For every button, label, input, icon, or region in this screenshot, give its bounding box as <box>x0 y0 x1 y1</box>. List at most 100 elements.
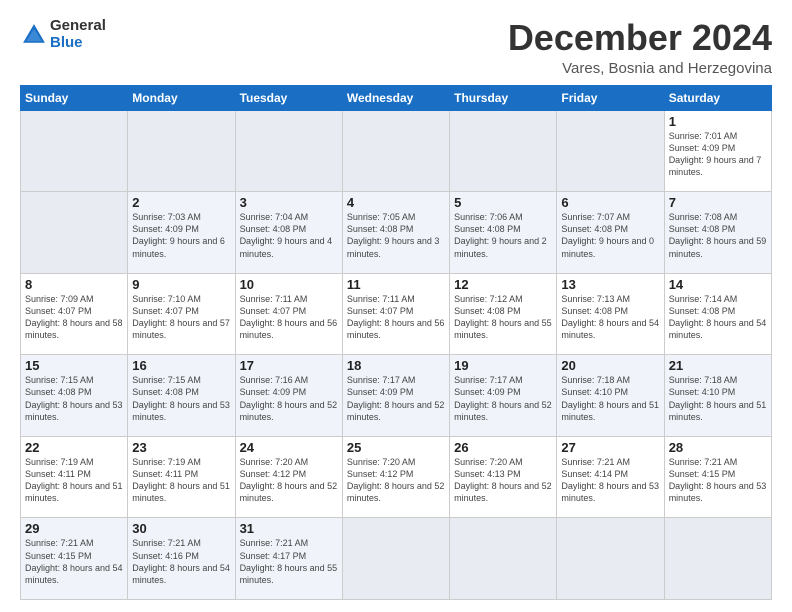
day-number: 4 <box>347 195 445 210</box>
calendar-day: 15 Sunrise: 7:15 AMSunset: 4:08 PMDayligh… <box>21 355 128 437</box>
day-number: 8 <box>25 277 123 292</box>
day-number: 1 <box>669 114 767 129</box>
calendar-day: 10 Sunrise: 7:11 AMSunset: 4:07 PMDayligh… <box>235 273 342 355</box>
day-info: Sunrise: 7:04 AMSunset: 4:08 PMDaylight:… <box>240 212 333 258</box>
header: General Blue December 2024 Vares, Bosnia… <box>20 18 772 77</box>
month-title: December 2024 <box>508 18 772 58</box>
day-number: 15 <box>25 358 123 373</box>
day-info: Sunrise: 7:17 AMSunset: 4:09 PMDaylight:… <box>347 375 445 421</box>
calendar-day: 4 Sunrise: 7:05 AMSunset: 4:08 PMDaylight… <box>342 192 449 274</box>
calendar-day: 9 Sunrise: 7:10 AMSunset: 4:07 PMDaylight… <box>128 273 235 355</box>
day-number: 6 <box>561 195 659 210</box>
calendar-header-row: SundayMondayTuesdayWednesdayThursdayFrid… <box>21 85 772 110</box>
day-info: Sunrise: 7:03 AMSunset: 4:09 PMDaylight:… <box>132 212 225 258</box>
empty-cell <box>128 110 235 192</box>
day-info: Sunrise: 7:20 AMSunset: 4:13 PMDaylight:… <box>454 457 552 503</box>
day-number: 14 <box>669 277 767 292</box>
day-number: 25 <box>347 440 445 455</box>
calendar-day: 17 Sunrise: 7:16 AMSunset: 4:09 PMDayligh… <box>235 355 342 437</box>
page: General Blue December 2024 Vares, Bosnia… <box>0 0 792 612</box>
day-info: Sunrise: 7:14 AMSunset: 4:08 PMDaylight:… <box>669 294 767 340</box>
day-info: Sunrise: 7:18 AMSunset: 4:10 PMDaylight:… <box>669 375 767 421</box>
calendar-day: 23 Sunrise: 7:19 AMSunset: 4:11 PMDayligh… <box>128 436 235 518</box>
day-info: Sunrise: 7:09 AMSunset: 4:07 PMDaylight:… <box>25 294 123 340</box>
calendar-day: 3 Sunrise: 7:04 AMSunset: 4:08 PMDaylight… <box>235 192 342 274</box>
day-info: Sunrise: 7:17 AMSunset: 4:09 PMDaylight:… <box>454 375 552 421</box>
weekday-header: Saturday <box>664 85 771 110</box>
day-number: 5 <box>454 195 552 210</box>
calendar-day: 5 Sunrise: 7:06 AMSunset: 4:08 PMDaylight… <box>450 192 557 274</box>
empty-cell <box>235 110 342 192</box>
calendar-day: 12 Sunrise: 7:12 AMSunset: 4:08 PMDayligh… <box>450 273 557 355</box>
calendar-day: 11 Sunrise: 7:11 AMSunset: 4:07 PMDayligh… <box>342 273 449 355</box>
day-number: 28 <box>669 440 767 455</box>
day-info: Sunrise: 7:13 AMSunset: 4:08 PMDaylight:… <box>561 294 659 340</box>
calendar-day: 7Sunrise: 7:08 AMSunset: 4:08 PMDaylight… <box>664 192 771 274</box>
day-number: 19 <box>454 358 552 373</box>
calendar-day: 1Sunrise: 7:01 AMSunset: 4:09 PMDaylight… <box>664 110 771 192</box>
day-info: Sunrise: 7:11 AMSunset: 4:07 PMDaylight:… <box>240 294 338 340</box>
weekday-header: Monday <box>128 85 235 110</box>
day-number: 24 <box>240 440 338 455</box>
day-number: 31 <box>240 521 338 536</box>
day-number: 30 <box>132 521 230 536</box>
calendar-day: 21 Sunrise: 7:18 AMSunset: 4:10 PMDayligh… <box>664 355 771 437</box>
day-info: Sunrise: 7:15 AMSunset: 4:08 PMDaylight:… <box>132 375 230 421</box>
day-info: Sunrise: 7:16 AMSunset: 4:09 PMDaylight:… <box>240 375 338 421</box>
day-number: 20 <box>561 358 659 373</box>
day-info: Sunrise: 7:05 AMSunset: 4:08 PMDaylight:… <box>347 212 440 258</box>
day-number: 23 <box>132 440 230 455</box>
day-info: Sunrise: 7:11 AMSunset: 4:07 PMDaylight:… <box>347 294 445 340</box>
day-number: 22 <box>25 440 123 455</box>
logo-general-text: General <box>50 18 106 35</box>
day-info: Sunrise: 7:19 AMSunset: 4:11 PMDaylight:… <box>132 457 230 503</box>
empty-cell <box>342 110 449 192</box>
empty-cell <box>557 518 664 600</box>
day-info: Sunrise: 7:19 AMSunset: 4:11 PMDaylight:… <box>25 457 123 503</box>
day-info: Sunrise: 7:20 AMSunset: 4:12 PMDaylight:… <box>347 457 445 503</box>
calendar-day: 29 Sunrise: 7:21 AMSunset: 4:15 PMDayligh… <box>21 518 128 600</box>
empty-cell <box>21 192 128 274</box>
calendar-table: SundayMondayTuesdayWednesdayThursdayFrid… <box>20 85 772 600</box>
title-block: December 2024 Vares, Bosnia and Herzegov… <box>508 18 772 77</box>
weekday-header: Wednesday <box>342 85 449 110</box>
calendar-day: 28 Sunrise: 7:21 AMSunset: 4:15 PMDayligh… <box>664 436 771 518</box>
day-info: Sunrise: 7:21 AMSunset: 4:14 PMDaylight:… <box>561 457 659 503</box>
day-info: Sunrise: 7:06 AMSunset: 4:08 PMDaylight:… <box>454 212 547 258</box>
weekday-header: Thursday <box>450 85 557 110</box>
day-info: Sunrise: 7:21 AMSunset: 4:17 PMDaylight:… <box>240 538 338 584</box>
calendar-day: 8 Sunrise: 7:09 AMSunset: 4:07 PMDaylight… <box>21 273 128 355</box>
day-number: 10 <box>240 277 338 292</box>
day-number: 17 <box>240 358 338 373</box>
day-number: 18 <box>347 358 445 373</box>
location: Vares, Bosnia and Herzegovina <box>508 60 772 77</box>
day-info: Sunrise: 7:15 AMSunset: 4:08 PMDaylight:… <box>25 375 123 421</box>
weekday-header: Sunday <box>21 85 128 110</box>
calendar-day: 14 Sunrise: 7:14 AMSunset: 4:08 PMDayligh… <box>664 273 771 355</box>
day-info: Sunrise: 7:21 AMSunset: 4:16 PMDaylight:… <box>132 538 230 584</box>
logo-icon <box>20 21 48 49</box>
calendar-day: 2Sunrise: 7:03 AMSunset: 4:09 PMDaylight… <box>128 192 235 274</box>
day-number: 21 <box>669 358 767 373</box>
day-info: Sunrise: 7:21 AMSunset: 4:15 PMDaylight:… <box>669 457 767 503</box>
day-number: 27 <box>561 440 659 455</box>
calendar-day: 25 Sunrise: 7:20 AMSunset: 4:12 PMDayligh… <box>342 436 449 518</box>
day-info: Sunrise: 7:12 AMSunset: 4:08 PMDaylight:… <box>454 294 552 340</box>
calendar-day: 27 Sunrise: 7:21 AMSunset: 4:14 PMDayligh… <box>557 436 664 518</box>
day-info: Sunrise: 7:10 AMSunset: 4:07 PMDaylight:… <box>132 294 230 340</box>
calendar-day: 31 Sunrise: 7:21 AMSunset: 4:17 PMDayligh… <box>235 518 342 600</box>
day-number: 9 <box>132 277 230 292</box>
calendar-day: 19 Sunrise: 7:17 AMSunset: 4:09 PMDayligh… <box>450 355 557 437</box>
day-number: 11 <box>347 277 445 292</box>
day-number: 16 <box>132 358 230 373</box>
calendar-day: 18 Sunrise: 7:17 AMSunset: 4:09 PMDayligh… <box>342 355 449 437</box>
weekday-header: Friday <box>557 85 664 110</box>
empty-cell <box>557 110 664 192</box>
day-number: 3 <box>240 195 338 210</box>
calendar-day: 24Sunrise: 7:20 AMSunset: 4:12 PMDayligh… <box>235 436 342 518</box>
day-number: 29 <box>25 521 123 536</box>
day-number: 13 <box>561 277 659 292</box>
day-number: 12 <box>454 277 552 292</box>
day-info: Sunrise: 7:21 AMSunset: 4:15 PMDaylight:… <box>25 538 123 584</box>
empty-cell <box>450 518 557 600</box>
